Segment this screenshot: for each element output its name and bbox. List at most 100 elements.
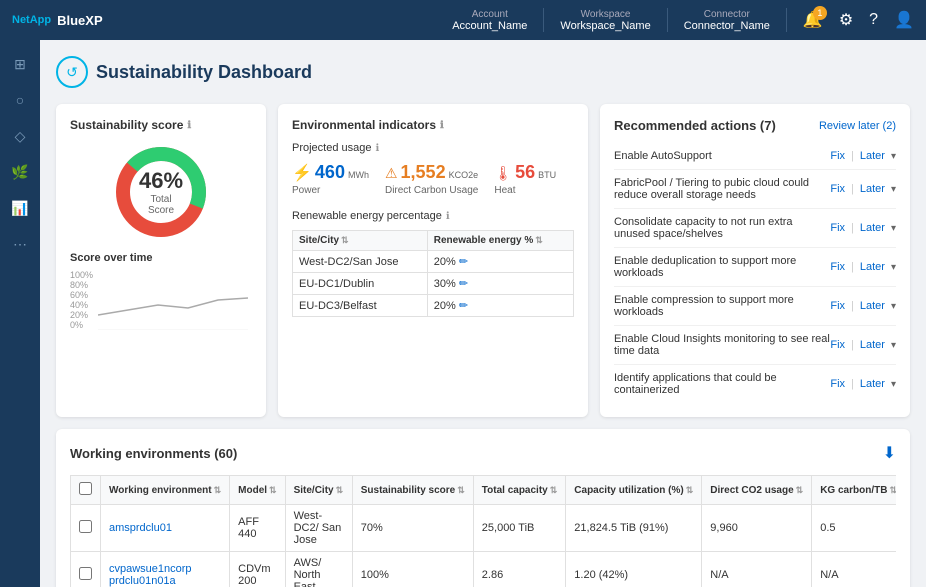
later-button[interactable]: Later xyxy=(860,222,885,234)
main-content: ↺ Sustainability Dashboard Sustainabilit… xyxy=(40,40,926,587)
power-metric: ⚡ 460 MWh Power xyxy=(292,162,369,196)
connector-name: Connector_Name xyxy=(684,20,770,32)
netapp-logo: NetApp xyxy=(12,14,51,26)
we-download-button[interactable]: ⬇ xyxy=(883,443,896,463)
we-cell-1: CDVm 200 xyxy=(230,552,285,587)
we-cell-0: amsprdclu01 xyxy=(101,505,230,552)
projected-metrics: ⚡ 460 MWh Power ⚠ 1,552 KCO2e xyxy=(292,162,574,196)
we-row-checkbox-cell xyxy=(71,552,101,587)
we-title: Working environments (60) xyxy=(70,446,237,461)
sustainability-score-card: Sustainability score ℹ 46% Total Score xyxy=(56,104,266,417)
rec-action-item: Enable Cloud Insights monitoring to see … xyxy=(614,326,896,365)
score-card-title: Sustainability score ℹ xyxy=(70,118,252,132)
left-sidebar: ⊞ ○ ◇ 🌿 📊 ⋯ xyxy=(0,40,40,587)
proj-info-icon[interactable]: ℹ xyxy=(376,143,380,154)
we-table: Working environment ⇅Model ⇅Site/City ⇅S… xyxy=(70,475,896,587)
later-button[interactable]: Later xyxy=(860,378,885,390)
later-button[interactable]: Later xyxy=(860,300,885,312)
renewable-label: Renewable energy percentage ℹ xyxy=(292,210,574,222)
working-environments-section: Working environments (60) ⬇ Working envi… xyxy=(56,429,910,587)
rec-chevron-icon[interactable]: ▾ xyxy=(891,379,896,390)
we-cell-1: AFF 440 xyxy=(230,505,285,552)
account-nav-item[interactable]: Account Account_Name xyxy=(452,9,527,32)
top-navigation: NetApp BlueXP Account Account_Name Works… xyxy=(0,0,926,40)
recommended-actions-card: Recommended actions (7) Review later (2)… xyxy=(600,104,910,417)
carbon-value: 1,552 xyxy=(401,162,446,183)
later-button[interactable]: Later xyxy=(860,150,885,162)
rec-chevron-icon[interactable]: ▾ xyxy=(891,184,896,195)
renewable-percent: 20% ✏ xyxy=(427,251,573,273)
we-th-3: Sustainability score ⇅ xyxy=(352,476,473,505)
settings-button[interactable]: ⚙ xyxy=(839,10,853,30)
heat-metric: 🌡 56 BTU Heat xyxy=(494,162,556,196)
we-header: Working environments (60) ⬇ xyxy=(70,443,896,463)
account-name: Account_Name xyxy=(452,20,527,32)
notifications-button[interactable]: 🔔 1 xyxy=(803,10,823,30)
sidebar-icon-more[interactable]: ⋯ xyxy=(4,228,36,260)
workspace-label: Workspace xyxy=(581,9,631,20)
env-info-icon[interactable]: ℹ xyxy=(440,120,444,131)
renewable-info-icon[interactable]: ℹ xyxy=(446,211,450,222)
edit-icon[interactable]: ✏ xyxy=(459,278,468,290)
sidebar-icon-home[interactable]: ⊞ xyxy=(4,48,36,80)
rec-action-buttons: Fix | Later ▾ xyxy=(830,222,896,234)
review-later-button[interactable]: Review later (2) xyxy=(819,120,896,132)
fix-button[interactable]: Fix xyxy=(830,378,845,390)
page-title: Sustainability Dashboard xyxy=(96,62,312,83)
we-env-link[interactable]: cvpawsue1ncorp prdclu01n01a xyxy=(109,563,192,587)
fix-button[interactable]: Fix xyxy=(830,222,845,234)
later-button[interactable]: Later xyxy=(860,183,885,195)
later-button[interactable]: Later xyxy=(860,339,885,351)
select-all-checkbox[interactable] xyxy=(79,482,92,495)
we-cell-4: 25,000 TiB xyxy=(473,505,566,552)
rec-chevron-icon[interactable]: ▾ xyxy=(891,223,896,234)
fix-button[interactable]: Fix xyxy=(830,261,845,273)
fix-button[interactable]: Fix xyxy=(830,150,845,162)
fix-button[interactable]: Fix xyxy=(830,300,845,312)
connector-nav-item[interactable]: Connector Connector_Name xyxy=(684,9,770,32)
score-chart-area: 100% 80% 60% 40% 20% 0% Jan 1st Jan 8th … xyxy=(70,270,252,330)
renewable-site: West-DC2/San Jose xyxy=(293,251,428,273)
sidebar-icon-settings[interactable]: ○ xyxy=(4,84,36,116)
score-info-icon[interactable]: ℹ xyxy=(187,120,191,131)
help-button[interactable]: ? xyxy=(869,11,878,29)
user-button[interactable]: 👤 xyxy=(894,10,914,30)
rec-chevron-icon[interactable]: ▾ xyxy=(891,151,896,162)
notification-badge: 1 xyxy=(813,6,827,20)
page-header-icon: ↺ xyxy=(56,56,88,88)
sidebar-icon-analytics[interactable]: 📊 xyxy=(4,192,36,224)
edit-icon[interactable]: ✏ xyxy=(459,300,468,312)
fix-button[interactable]: Fix xyxy=(830,183,845,195)
rec-chevron-icon[interactable]: ▾ xyxy=(891,340,896,351)
logo[interactable]: NetApp BlueXP xyxy=(12,13,103,28)
later-button[interactable]: Later xyxy=(860,261,885,273)
we-cell-2: AWS/ North East xyxy=(285,552,352,587)
we-th-4: Total capacity ⇅ xyxy=(473,476,566,505)
rec-chevron-icon[interactable]: ▾ xyxy=(891,301,896,312)
score-y-labels: 100% 80% 60% 40% 20% 0% xyxy=(70,270,93,330)
rec-action-text: FabricPool / Tiering to pubic cloud coul… xyxy=(614,177,830,201)
sidebar-icon-sustainability[interactable]: 🌿 xyxy=(4,156,36,188)
fix-button[interactable]: Fix xyxy=(830,339,845,351)
workspace-nav-item[interactable]: Workspace Workspace_Name xyxy=(560,9,650,32)
sidebar-icon-storage[interactable]: ◇ xyxy=(4,120,36,152)
rec-action-item: FabricPool / Tiering to pubic cloud coul… xyxy=(614,170,896,209)
renewable-th-site: Site/City ⇅ xyxy=(293,231,428,251)
we-env-link[interactable]: amsprdclu01 xyxy=(109,522,172,534)
rec-header: Recommended actions (7) Review later (2) xyxy=(614,118,896,133)
we-th-7: KG carbon/TB ⇅ xyxy=(812,476,896,505)
renewable-row: West-DC2/San Jose 20% ✏ xyxy=(293,251,574,273)
row-checkbox[interactable] xyxy=(79,567,92,580)
table-row: amsprdclu01AFF 440West-DC2/ San Jose70%2… xyxy=(71,505,897,552)
we-cell-3: 70% xyxy=(352,505,473,552)
connector-label: Connector xyxy=(704,9,750,20)
edit-icon[interactable]: ✏ xyxy=(459,256,468,268)
we-cell-7: N/A xyxy=(812,552,896,587)
row-checkbox[interactable] xyxy=(79,520,92,533)
nav-divider-1 xyxy=(543,8,544,32)
rec-chevron-icon[interactable]: ▾ xyxy=(891,262,896,273)
rec-action-item: Enable compression to support more workl… xyxy=(614,287,896,326)
we-th-checkbox xyxy=(71,476,101,505)
we-th-5: Capacity utilization (%) ⇅ xyxy=(566,476,702,505)
rec-action-item: Identify applications that could be cont… xyxy=(614,365,896,403)
